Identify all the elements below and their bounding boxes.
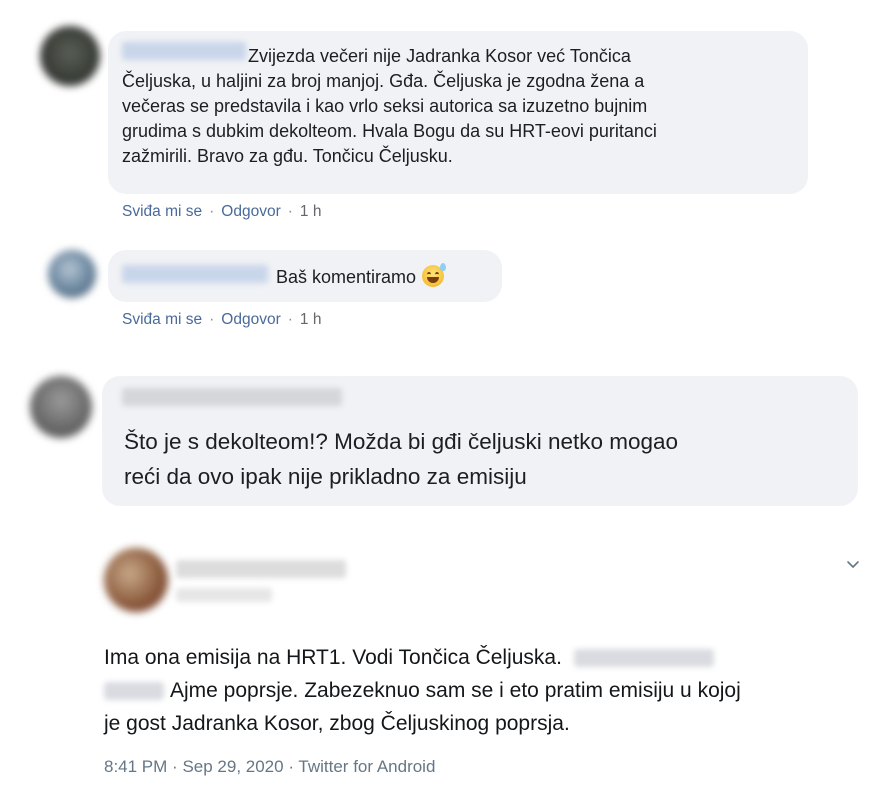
tweet-line: Ima ona emisija na HRT1. Vodi Tončica Če…: [104, 641, 864, 674]
avatar[interactable]: [40, 26, 100, 86]
comment-line: Čeljuska, u haljini za broj manjoj. Gđa.…: [122, 71, 645, 91]
comment-line: Što je s dekolteom!? Možda bi gđi čeljus…: [124, 429, 679, 454]
tweet-date[interactable]: Sep 29, 2020: [182, 757, 283, 776]
commenter-name[interactable]: [122, 388, 342, 406]
avatar[interactable]: [48, 250, 96, 298]
tweet-time[interactable]: 8:41 PM: [104, 757, 167, 776]
comment-actions: Sviđa mi se · Odgovor · 1 h: [122, 311, 321, 329]
comment-text: Što je s dekolteom!? Možda bi gđi čeljus…: [124, 424, 844, 494]
separator-dot: ·: [288, 757, 299, 776]
separator-dot: ·: [172, 757, 183, 776]
tweet-source[interactable]: Twitter for Android: [298, 757, 435, 776]
tweet-line: Ajme poprsje. Zabezeknuo sam se i eto pr…: [104, 674, 864, 707]
tweet-line: je gost Jadranka Kosor, zbog Čeljuskinog…: [104, 712, 570, 735]
comment-text: Baš komentiramo: [276, 263, 496, 290]
like-link[interactable]: Sviđa mi se: [122, 203, 202, 220]
avatar[interactable]: [104, 548, 168, 612]
redacted-text: [573, 649, 714, 668]
comment-actions: Sviđa mi se · Odgovor · 1 h: [122, 203, 321, 221]
tweet-author-name[interactable]: [176, 560, 346, 578]
comment-line: večeras se predstavila i kao vrlo seksi …: [122, 96, 648, 116]
commenter-name[interactable]: [122, 42, 246, 60]
comment-time[interactable]: 1 h: [300, 311, 322, 328]
like-link[interactable]: Sviđa mi se: [122, 311, 202, 328]
commenter-name[interactable]: [122, 265, 268, 283]
reply-link[interactable]: Odgovor: [221, 203, 280, 220]
comment-text: Zvijezda večeri nije Jadranka Kosor već …: [248, 44, 808, 69]
tweet-meta: 8:41 PM · Sep 29, 2020 · Twitter for And…: [104, 757, 435, 777]
comment-line: Zvijezda večeri nije Jadranka Kosor već …: [248, 46, 631, 66]
separator-dot: ·: [287, 203, 293, 220]
tweet-line-text: Ima ona emisija na HRT1. Vodi Tončica Če…: [104, 646, 562, 669]
avatar[interactable]: [30, 376, 92, 438]
grinning-sweat-emoji-icon: [422, 263, 447, 287]
comment-line: Baš komentiramo: [276, 267, 417, 287]
comment-line: reći da ovo ipak nije prikladno za emisi…: [124, 464, 527, 489]
tweet-line-text: Ajme poprsje. Zabezeknuo sam se i eto pr…: [170, 679, 741, 702]
separator-dot: ·: [209, 203, 215, 220]
comment-text: Čeljuska, u haljini za broj manjoj. Gđa.…: [122, 69, 802, 169]
separator-dot: ·: [209, 311, 215, 328]
chevron-down-icon[interactable]: [845, 556, 861, 572]
tweet-author-handle[interactable]: [176, 588, 272, 602]
comment-line: zažmirili. Bravo za gđu. Tončicu Čeljusk…: [122, 146, 453, 166]
separator-dot: ·: [287, 311, 293, 328]
comment-time[interactable]: 1 h: [300, 203, 322, 220]
tweet-text: Ima ona emisija na HRT1. Vodi Tončica Če…: [104, 641, 864, 740]
redacted-text: [104, 682, 164, 701]
comment-line: grudima s dubkim dekolteom. Hvala Bogu d…: [122, 121, 657, 141]
reply-link[interactable]: Odgovor: [221, 311, 280, 328]
